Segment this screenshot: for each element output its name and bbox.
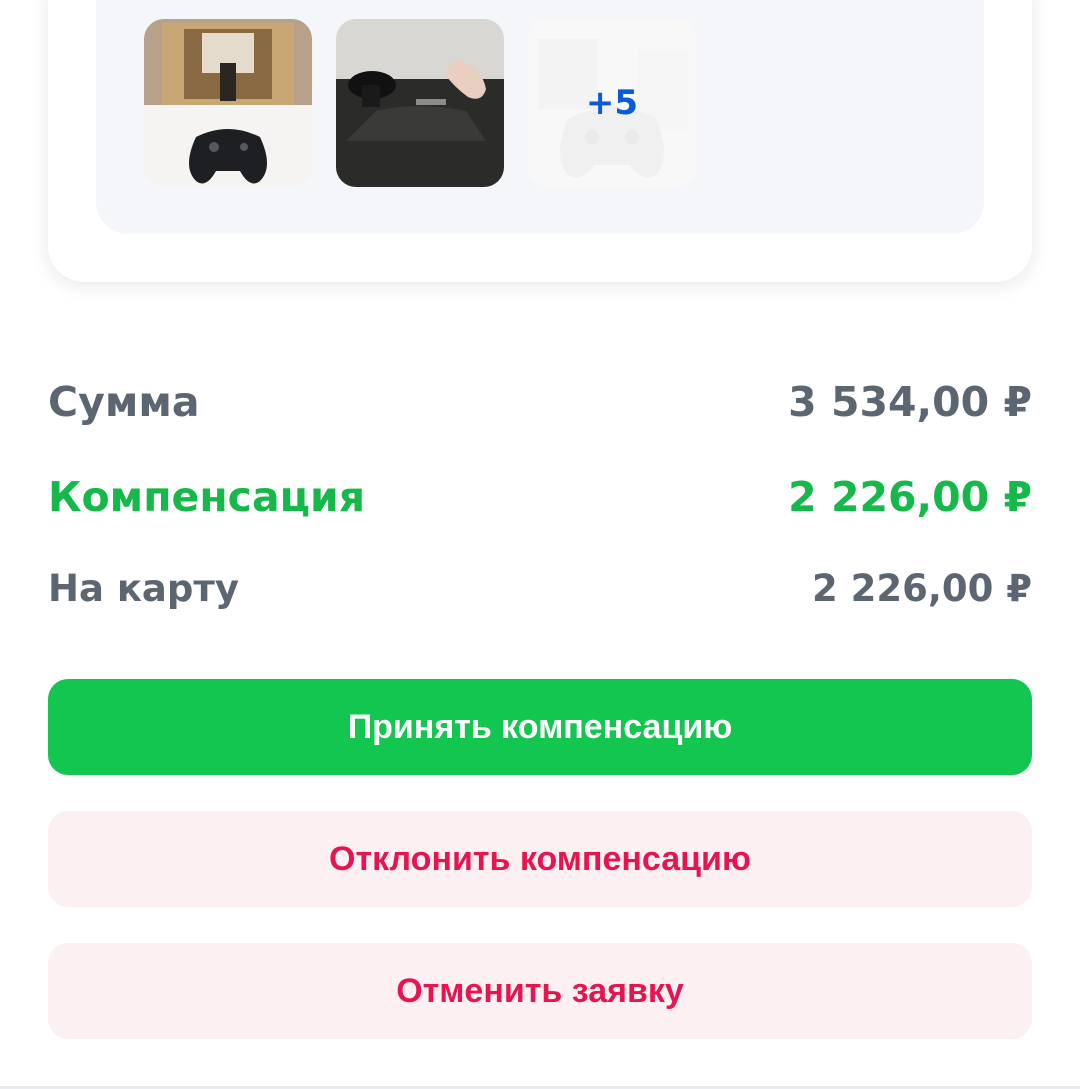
to-card-label: На карту (48, 566, 239, 610)
photo-thumbnail-1[interactable] (144, 19, 312, 187)
decline-compensation-button[interactable]: Отклонить компенсацию (48, 811, 1032, 907)
gamepad-stick-photo-icon (336, 19, 504, 187)
sum-value: 3 534,00 ₽ (788, 378, 1032, 426)
to-card-row: На карту 2 226,00 ₽ (48, 564, 1032, 612)
sum-label: Сумма (48, 378, 200, 426)
compensation-label: Компенсация (48, 473, 366, 521)
compensation-value: 2 226,00 ₽ (788, 473, 1032, 521)
claim-card: +5 (48, 0, 1032, 282)
to-card-value: 2 226,00 ₽ (811, 566, 1032, 610)
photo-gallery: +5 (96, 0, 984, 234)
accept-compensation-button[interactable]: Принять компенсацию (48, 679, 1032, 775)
more-photos-count: +5 (585, 83, 639, 123)
photo-thumbnail-3[interactable]: +5 (528, 19, 696, 187)
cancel-request-button[interactable]: Отменить заявку (48, 943, 1032, 1039)
photo-thumbnail-2[interactable] (336, 19, 504, 187)
compensation-row: Компенсация 2 226,00 ₽ (48, 468, 1032, 526)
sum-row: Сумма 3 534,00 ₽ (48, 374, 1032, 430)
gamepad-box-photo-icon (144, 19, 312, 187)
